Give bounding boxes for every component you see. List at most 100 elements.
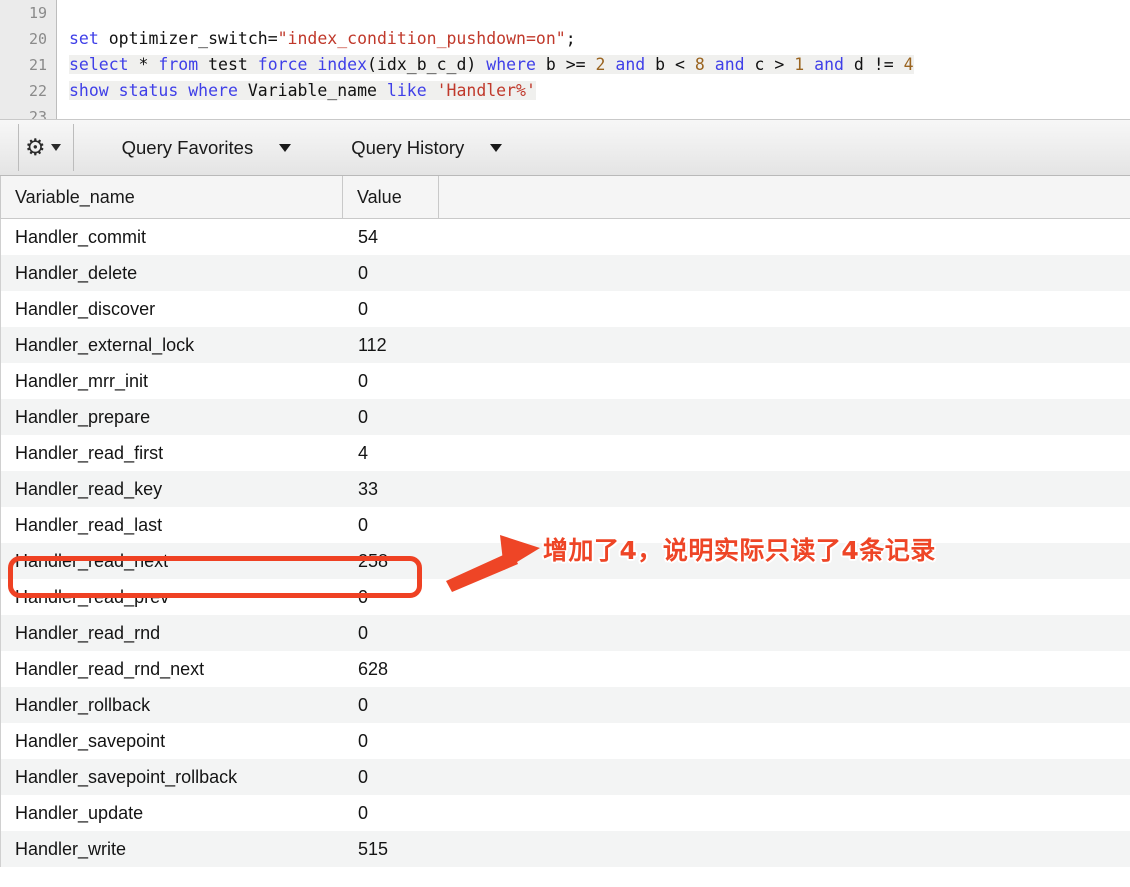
column-header-filler [439,176,1129,218]
code-token-plain: c > [754,55,795,74]
code-token-kw: force index [257,55,368,74]
column-header-variable-name[interactable]: Variable_name [0,176,343,218]
cell-variable-name[interactable]: Handler_savepoint [1,731,344,752]
cell-variable-name[interactable]: Handler_update [1,803,344,824]
editor-line-number-gutter: 19 20 21 22 23 [0,0,57,119]
cell-value[interactable]: 0 [344,587,440,608]
cell-variable-name[interactable]: Handler_read_last [1,515,344,536]
table-row[interactable]: Handler_read_prev 0 [0,579,1130,615]
code-line-text: show status where Variable_name like 'Ha… [69,81,536,100]
code-token-kw: select [69,55,139,74]
cell-value[interactable]: 33 [344,479,440,500]
cell-variable-name[interactable]: Handler_read_prev [1,587,344,608]
table-row[interactable]: Handler_discover 0 [0,291,1130,327]
code-line[interactable]: set optimizer_switch="index_condition_pu… [57,26,1130,52]
cell-value[interactable]: 0 [344,299,440,320]
code-token-plain: * [138,55,159,74]
code-token-plain: d != [853,55,904,74]
cell-variable-name[interactable]: Handler_external_lock [1,335,344,356]
query-favorites-menu[interactable]: Query Favorites [74,120,322,175]
code-line-text: select * from test force index(idx_b_c_d… [69,55,914,74]
cell-value[interactable]: 4 [344,443,440,464]
code-token-kw: show status [69,81,189,100]
table-row[interactable]: Handler_read_next 258 [0,543,1130,579]
query-favorites-label: Query Favorites [121,136,254,158]
code-token-kw: where [486,55,546,74]
sql-editor-pane[interactable]: 19 20 21 22 23 set optimizer_switch="index_c… [0,0,1130,120]
cell-variable-name[interactable]: Handler_read_first [1,443,344,464]
results-grid[interactable]: Variable_name Value Handler_commit 54 Hand… [0,176,1130,887]
cell-variable-name[interactable]: Handler_discover [1,299,344,320]
table-row[interactable]: Handler_delete 0 [0,255,1130,291]
table-row[interactable]: Handler_rollback 0 [0,687,1130,723]
table-row[interactable]: Handler_read_first 4 [0,435,1130,471]
code-line[interactable] [57,0,1130,26]
cell-value[interactable]: 0 [344,263,440,284]
table-row[interactable]: Handler_read_rnd 0 [0,615,1130,651]
cell-value[interactable]: 0 [344,515,440,536]
cell-value[interactable]: 0 [344,695,440,716]
table-row[interactable]: Handler_commit 54 [0,219,1130,255]
code-token-kw: from [158,55,209,74]
cell-value[interactable]: 515 [344,839,440,860]
code-token-plain: Variable_name [247,81,387,100]
query-history-label: Query History [351,136,465,158]
table-row[interactable]: Handler_read_last 0 [0,507,1130,543]
cell-value[interactable]: 112 [344,335,440,356]
cell-variable-name[interactable]: Handler_read_key [1,479,344,500]
code-token-num: 4 [903,55,914,74]
code-token-plain: b >= [545,55,596,74]
editor-code-area[interactable]: set optimizer_switch="index_condition_pu… [57,0,1130,119]
code-line[interactable]: select * from test force index(idx_b_c_d… [57,52,1130,78]
code-token-str: "index_condition_pushdown=on" [277,29,566,48]
cell-variable-name[interactable]: Handler_write [1,839,344,860]
cell-variable-name[interactable]: Handler_read_rnd [1,623,344,644]
code-token-plain: (idx_b_c_d) [367,55,487,74]
table-row[interactable]: Handler_savepoint_rollback 0 [0,759,1130,795]
table-row[interactable]: Handler_mrr_init 0 [0,363,1130,399]
code-token-plain: ; [565,29,576,48]
cell-value[interactable]: 0 [344,767,440,788]
table-row[interactable]: Handler_read_key 33 [0,471,1130,507]
cell-variable-name[interactable]: Handler_read_rnd_next [1,659,344,680]
chevron-down-icon [279,143,292,152]
code-line[interactable] [57,104,1130,119]
results-grid-body[interactable]: Handler_commit 54 Handler_delete 0 Handler_d… [0,219,1130,867]
cell-variable-name[interactable]: Handler_savepoint_rollback [1,767,344,788]
chevron-down-icon [50,144,61,151]
cell-variable-name[interactable]: Handler_delete [1,263,344,284]
code-line[interactable]: show status where Variable_name like 'Ha… [57,78,1130,104]
code-token-num: 8 [694,55,705,74]
table-row[interactable]: Handler_write 515 [0,831,1130,867]
cell-variable-name[interactable]: Handler_prepare [1,407,344,428]
cell-variable-name[interactable]: Handler_read_next [1,551,344,572]
cell-value[interactable]: 628 [344,659,440,680]
cell-value[interactable]: 0 [344,623,440,644]
table-row[interactable]: Handler_prepare 0 [0,399,1130,435]
table-row[interactable]: Handler_update 0 [0,795,1130,831]
column-header-value[interactable]: Value [343,176,439,218]
cell-variable-name[interactable]: Handler_commit [1,227,344,248]
code-token-plain: test [208,55,258,74]
table-row[interactable]: Handler_external_lock 112 [0,327,1130,363]
cell-value[interactable]: 0 [344,407,440,428]
line-number: 20 [28,30,47,48]
cell-value[interactable]: 54 [344,227,440,248]
code-token-num: 2 [595,55,606,74]
cell-value[interactable]: 0 [344,731,440,752]
table-row[interactable]: Handler_read_rnd_next 628 [0,651,1130,687]
query-history-menu[interactable]: Query History [321,120,532,175]
cell-variable-name[interactable]: Handler_rollback [1,695,344,716]
results-grid-header: Variable_name Value [0,176,1130,219]
cell-value[interactable]: 0 [344,803,440,824]
cell-variable-name[interactable]: Handler_mrr_init [1,371,344,392]
line-number: 21 [28,56,47,74]
cell-value[interactable]: 258 [344,551,440,572]
table-row[interactable]: Handler_savepoint 0 [0,723,1130,759]
code-token-num: 1 [794,55,805,74]
settings-gear-button[interactable]: ⚙ [19,120,73,175]
line-number: 23 [28,108,47,120]
cell-value[interactable]: 0 [344,371,440,392]
